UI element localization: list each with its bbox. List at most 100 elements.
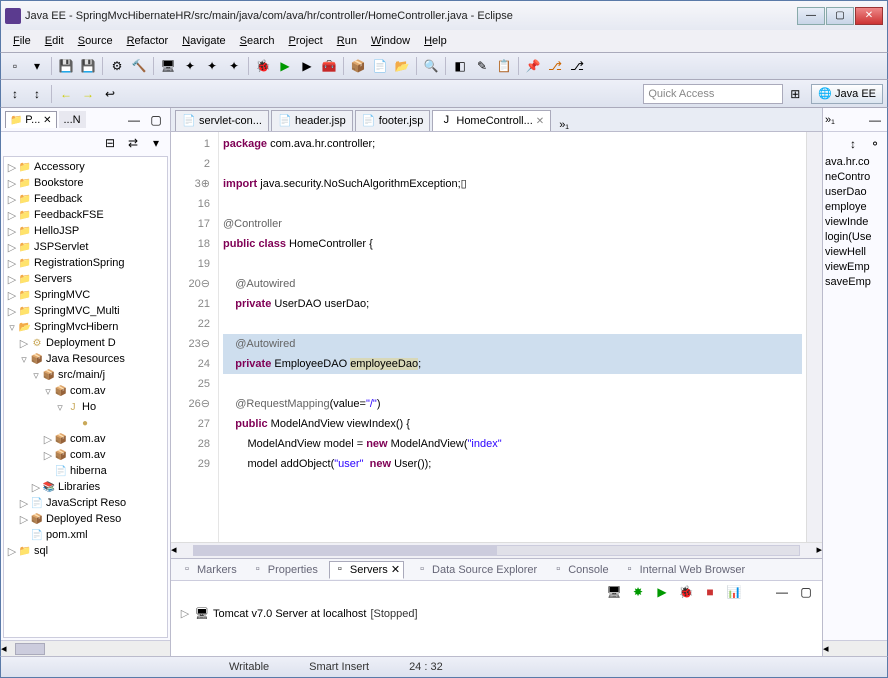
- outline-item[interactable]: userDao: [825, 186, 885, 201]
- run-config-icon[interactable]: ▶: [297, 56, 317, 76]
- debug-icon[interactable]: 🐞: [253, 56, 273, 76]
- editor-tab[interactable]: 📄header.jsp: [271, 110, 353, 131]
- tree-item[interactable]: ▷📁FeedbackFSE: [6, 207, 165, 223]
- overflow-icon[interactable]: »₁: [825, 114, 835, 126]
- forward-icon[interactable]: →: [78, 84, 98, 104]
- save-icon[interactable]: 💾: [56, 56, 76, 76]
- close-button[interactable]: ✕: [855, 7, 883, 25]
- prev-annotation-icon[interactable]: ↕: [5, 84, 25, 104]
- minimize-button[interactable]: ―: [797, 7, 825, 25]
- outline-item[interactable]: ava.hr.co: [825, 156, 885, 171]
- line-gutter[interactable]: 123⊕1617181920⊖212223⊖242526⊖272829: [171, 132, 219, 542]
- maximize-view-icon[interactable]: ▢: [796, 582, 816, 602]
- bottom-tab-data-source-explorer[interactable]: ▫Data Source Explorer: [412, 562, 540, 578]
- tree-item[interactable]: ▷⚙Deployment D: [6, 335, 165, 351]
- quick-access-input[interactable]: Quick Access: [643, 84, 783, 104]
- tree-item[interactable]: ▷📁sql: [6, 543, 165, 559]
- outline-item[interactable]: viewInde: [825, 216, 885, 231]
- menu-help[interactable]: Help: [418, 33, 453, 49]
- view-menu-icon[interactable]: ▾: [146, 133, 166, 153]
- outline-item[interactable]: neContro: [825, 171, 885, 186]
- tree-item[interactable]: ▿📂SpringMvcHibern: [6, 319, 165, 335]
- minimize-view-icon[interactable]: ―: [124, 110, 144, 130]
- perspective-javaee-button[interactable]: 🌐 Java EE: [811, 84, 883, 104]
- tab-overflow-icon[interactable]: »₁: [559, 119, 569, 131]
- pin-icon[interactable]: 📌: [523, 56, 543, 76]
- project-explorer-tab[interactable]: 📁 P... ✕: [5, 111, 57, 128]
- tree-item[interactable]: ▷📁JSPServlet: [6, 239, 165, 255]
- menu-refactor[interactable]: Refactor: [121, 33, 175, 49]
- menu-search[interactable]: Search: [234, 33, 281, 49]
- save-all-icon[interactable]: 💾: [78, 56, 98, 76]
- start-server-icon[interactable]: ▶: [652, 582, 672, 602]
- tree-item[interactable]: ▷📁SpringMVC: [6, 287, 165, 303]
- menu-edit[interactable]: Edit: [39, 33, 70, 49]
- filter-icon[interactable]: ⚬: [865, 134, 885, 154]
- outline-item[interactable]: login(Use: [825, 231, 885, 246]
- collapse-all-icon[interactable]: ⊟: [100, 133, 120, 153]
- annotation-icon[interactable]: ✎: [472, 56, 492, 76]
- external-tools-icon[interactable]: 🧰: [319, 56, 339, 76]
- new-icon[interactable]: ▫: [5, 56, 25, 76]
- git-icon[interactable]: ⎇: [545, 56, 565, 76]
- tree-item[interactable]: ▷📦Deployed Reso: [6, 511, 165, 527]
- bottom-tab-console[interactable]: ▫Console: [548, 562, 611, 578]
- minimize-view-icon[interactable]: ―: [865, 110, 885, 130]
- menu-run[interactable]: Run: [331, 33, 363, 49]
- close-icon[interactable]: ✕: [536, 116, 544, 127]
- tree-item[interactable]: ▷📦com.av: [6, 447, 165, 463]
- bottom-tab-internal-web-browser[interactable]: ▫Internal Web Browser: [620, 562, 749, 578]
- vertical-scrollbar[interactable]: [806, 132, 822, 542]
- tree-item[interactable]: ▷📁HelloJSP: [6, 223, 165, 239]
- tool-icon[interactable]: ⚙: [107, 56, 127, 76]
- menu-file[interactable]: File: [7, 33, 37, 49]
- tree-item[interactable]: ▿📦src/main/j: [6, 367, 165, 383]
- wizard-icon[interactable]: ✦: [202, 56, 222, 76]
- outline-item[interactable]: employe: [825, 201, 885, 216]
- tree-item[interactable]: ▷📁Servers: [6, 271, 165, 287]
- toggle-icon[interactable]: ◧: [450, 56, 470, 76]
- tree-item[interactable]: ▷📁RegistrationSpring: [6, 255, 165, 271]
- tree-item[interactable]: ▷📦com.av: [6, 431, 165, 447]
- stop-server-icon[interactable]: ■: [700, 582, 720, 602]
- server-view-icon[interactable]: 🖥: [604, 582, 624, 602]
- run-icon[interactable]: ▶: [275, 56, 295, 76]
- maximize-button[interactable]: ▢: [826, 7, 854, 25]
- expand-icon[interactable]: ▷: [179, 607, 191, 620]
- last-edit-icon[interactable]: ↩: [100, 84, 120, 104]
- tree-item[interactable]: 📄hiberna: [6, 463, 165, 479]
- outline-item[interactable]: saveEmp: [825, 276, 885, 291]
- project-tree[interactable]: ▷📁Accessory▷📁Bookstore▷📁Feedback▷📁Feedba…: [3, 156, 168, 638]
- open-perspective-icon[interactable]: ⊞: [785, 84, 805, 104]
- navigator-tab[interactable]: ...N: [59, 111, 86, 128]
- outline-item[interactable]: viewEmp: [825, 261, 885, 276]
- outline-hscroll[interactable]: ◂: [823, 640, 887, 656]
- tree-item[interactable]: ▷📁Accessory: [6, 159, 165, 175]
- menu-source[interactable]: Source: [72, 33, 119, 49]
- editor-tab[interactable]: 📄servlet-con...: [175, 110, 269, 131]
- outline-list[interactable]: ava.hr.coneControuserDaoemployeviewIndel…: [823, 152, 887, 640]
- outline-item[interactable]: viewHell: [825, 246, 885, 261]
- tree-item[interactable]: ▷📁Feedback: [6, 191, 165, 207]
- minimize-view-icon[interactable]: ―: [772, 582, 792, 602]
- menu-navigate[interactable]: Navigate: [176, 33, 231, 49]
- new-class-icon[interactable]: 📄: [370, 56, 390, 76]
- server-icon[interactable]: 🖥: [158, 56, 178, 76]
- tree-item[interactable]: ●: [6, 415, 165, 431]
- tree-item[interactable]: ▷📁Bookstore: [6, 175, 165, 191]
- new-package-icon[interactable]: 📦: [348, 56, 368, 76]
- link-editor-icon[interactable]: ⇄: [123, 133, 143, 153]
- task-icon[interactable]: 📋: [494, 56, 514, 76]
- tree-item[interactable]: ▿JHo: [6, 399, 165, 415]
- editor-hscrollbar[interactable]: ◂▸: [171, 542, 822, 558]
- bottom-tab-servers[interactable]: ▫Servers ✕: [329, 561, 404, 579]
- tool-icon[interactable]: 🔨: [129, 56, 149, 76]
- debug-server-icon[interactable]: 🐞: [676, 582, 696, 602]
- tree-item[interactable]: ▿📦com.av: [6, 383, 165, 399]
- horizontal-scrollbar[interactable]: ◂: [1, 640, 170, 656]
- editor-tab[interactable]: JHomeControll...✕: [432, 110, 551, 131]
- bottom-tab-properties[interactable]: ▫Properties: [248, 562, 321, 578]
- dropdown-icon[interactable]: ▾: [27, 56, 47, 76]
- maximize-view-icon[interactable]: ▢: [146, 110, 166, 130]
- open-type-icon[interactable]: 📂: [392, 56, 412, 76]
